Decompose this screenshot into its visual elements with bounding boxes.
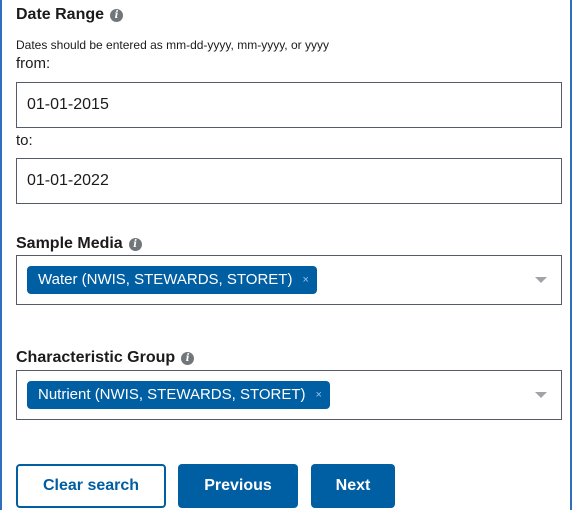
- date-range-title: Date Range: [16, 6, 105, 23]
- date-range-section: Date Range i: [16, 5, 124, 25]
- sample-media-select[interactable]: Water (NWIS, STEWARDS, STORET) ×: [16, 255, 562, 305]
- characteristic-group-section: Characteristic Group i: [16, 348, 195, 368]
- date-format-hint: Dates should be entered as mm-dd-yyyy, m…: [16, 38, 329, 52]
- sample-media-title: Sample Media: [16, 235, 123, 252]
- previous-button[interactable]: Previous: [178, 464, 298, 508]
- characteristic-group-chip: Nutrient (NWIS, STEWARDS, STORET) ×: [27, 381, 330, 409]
- clear-search-button[interactable]: Clear search: [16, 464, 166, 508]
- sample-media-section: Sample Media i: [16, 234, 142, 254]
- next-button[interactable]: Next: [311, 464, 395, 508]
- characteristic-group-select[interactable]: Nutrient (NWIS, STEWARDS, STORET) ×: [16, 370, 562, 420]
- sample-media-chip: Water (NWIS, STEWARDS, STORET) ×: [27, 266, 317, 294]
- close-icon[interactable]: ×: [302, 266, 308, 294]
- close-icon[interactable]: ×: [316, 381, 322, 409]
- to-label: to:: [16, 132, 33, 149]
- characteristic-group-title: Characteristic Group: [16, 349, 176, 366]
- from-label: from:: [16, 55, 51, 72]
- to-date-input[interactable]: [16, 158, 562, 204]
- info-icon[interactable]: i: [110, 8, 124, 22]
- chevron-down-icon[interactable]: [535, 392, 547, 398]
- info-icon[interactable]: i: [128, 237, 142, 251]
- info-icon[interactable]: i: [181, 351, 195, 365]
- from-date-input[interactable]: [16, 82, 562, 128]
- chevron-down-icon[interactable]: [535, 277, 547, 283]
- chip-label: Water (NWIS, STEWARDS, STORET): [38, 271, 293, 288]
- chip-label: Nutrient (NWIS, STEWARDS, STORET): [38, 386, 306, 403]
